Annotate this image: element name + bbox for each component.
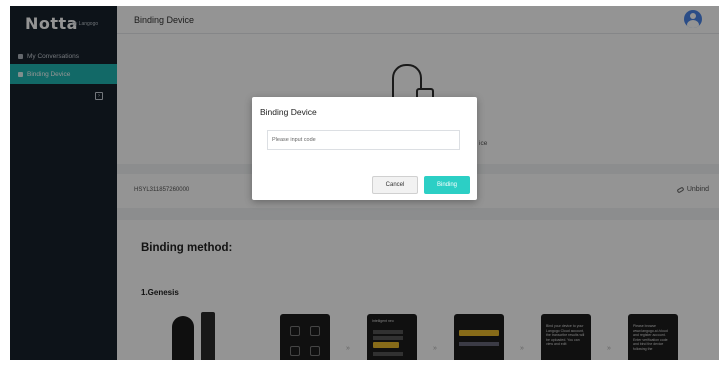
cancel-button[interactable]: Cancel xyxy=(372,176,418,194)
binding-button[interactable]: Binding xyxy=(424,176,470,194)
app-window: Notta by Langogo My Conversations Bindin… xyxy=(10,6,719,360)
dialog-title: Binding Device xyxy=(260,107,317,117)
binding-code-input[interactable] xyxy=(267,130,460,150)
binding-device-dialog: Binding Device Cancel Binding xyxy=(252,97,477,200)
